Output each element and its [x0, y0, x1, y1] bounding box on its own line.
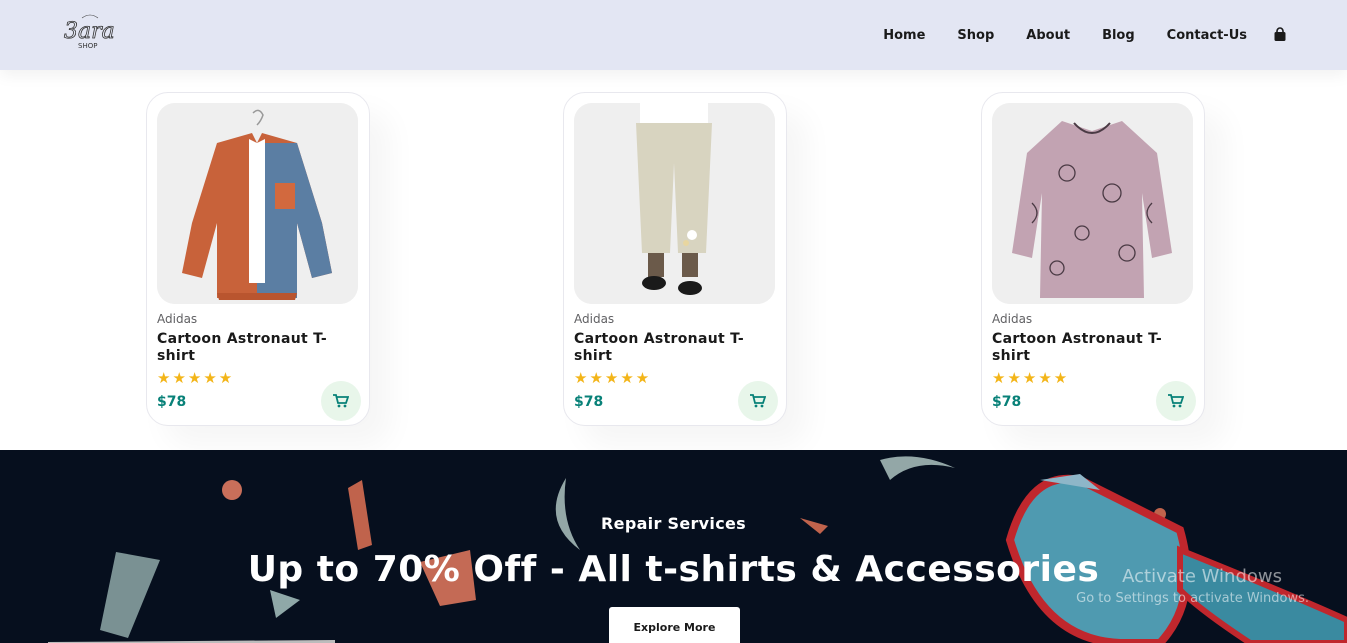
product-brand: Adidas [574, 312, 615, 326]
product-price: $78 [574, 394, 604, 410]
nav-blog[interactable]: Blog [1102, 28, 1135, 43]
star-rating: ★★★★★ [574, 369, 652, 387]
nav-about[interactable]: About [1026, 28, 1070, 43]
blouse-image [992, 103, 1193, 304]
banner-subtitle: Repair Services [601, 514, 746, 533]
cart-icon [333, 394, 349, 408]
star-rating: ★★★★★ [157, 369, 235, 387]
watermark-line2[interactable]: Go to Settings to activate Windows. [1076, 591, 1309, 606]
add-to-cart-button[interactable] [321, 381, 361, 421]
product-title[interactable]: Cartoon Astronaut T-shirt [157, 331, 337, 365]
watermark-line1: Activate Windows [1122, 566, 1282, 587]
add-to-cart-button[interactable] [1156, 381, 1196, 421]
product-image-pants[interactable] [574, 103, 775, 304]
nav-shop[interactable]: Shop [957, 28, 994, 43]
svg-text:3ara: 3ara [64, 19, 115, 44]
product-title[interactable]: Cartoon Astronaut T-shirt [574, 331, 754, 365]
add-to-cart-button[interactable] [738, 381, 778, 421]
svg-text:SHOP: SHOP [78, 42, 97, 50]
product-brand: Adidas [992, 312, 1033, 326]
nav-home[interactable]: Home [883, 28, 925, 43]
nav-contact[interactable]: Contact-Us [1167, 28, 1247, 43]
product-grid: Adidas Cartoon Astronaut T-shirt ★★★★★ $… [0, 70, 1347, 450]
promo-banner: Repair Services Up to 70% Off - All t-sh… [0, 450, 1347, 643]
product-image-shirt[interactable] [157, 103, 358, 304]
site-logo[interactable]: 3ara SHOP [62, 12, 116, 50]
product-image-blouse[interactable] [992, 103, 1193, 304]
main-nav: Home Shop About Blog Contact-Us [851, 0, 1287, 70]
shopping-bag-icon[interactable] [1273, 27, 1287, 43]
product-price: $78 [992, 394, 1022, 410]
product-card[interactable]: Adidas Cartoon Astronaut T-shirt ★★★★★ $… [563, 92, 787, 426]
cart-icon [750, 394, 766, 408]
product-brand: Adidas [157, 312, 198, 326]
explore-more-button[interactable]: Explore More [609, 607, 740, 643]
windows-activation-watermark: Activate Windows Go to Settings to activ… [1076, 566, 1309, 606]
site-header: 3ara SHOP Home Shop About Blog Contact-U… [0, 0, 1347, 70]
cart-icon [1168, 394, 1184, 408]
shirt-image [157, 103, 358, 304]
product-price: $78 [157, 394, 187, 410]
product-title[interactable]: Cartoon Astronaut T-shirt [992, 331, 1172, 365]
star-rating: ★★★★★ [992, 369, 1070, 387]
product-card[interactable]: Adidas Cartoon Astronaut T-shirt ★★★★★ $… [146, 92, 370, 426]
pants-image [574, 103, 775, 304]
product-card[interactable]: Adidas Cartoon Astronaut T-shirt ★★★★★ $… [981, 92, 1205, 426]
